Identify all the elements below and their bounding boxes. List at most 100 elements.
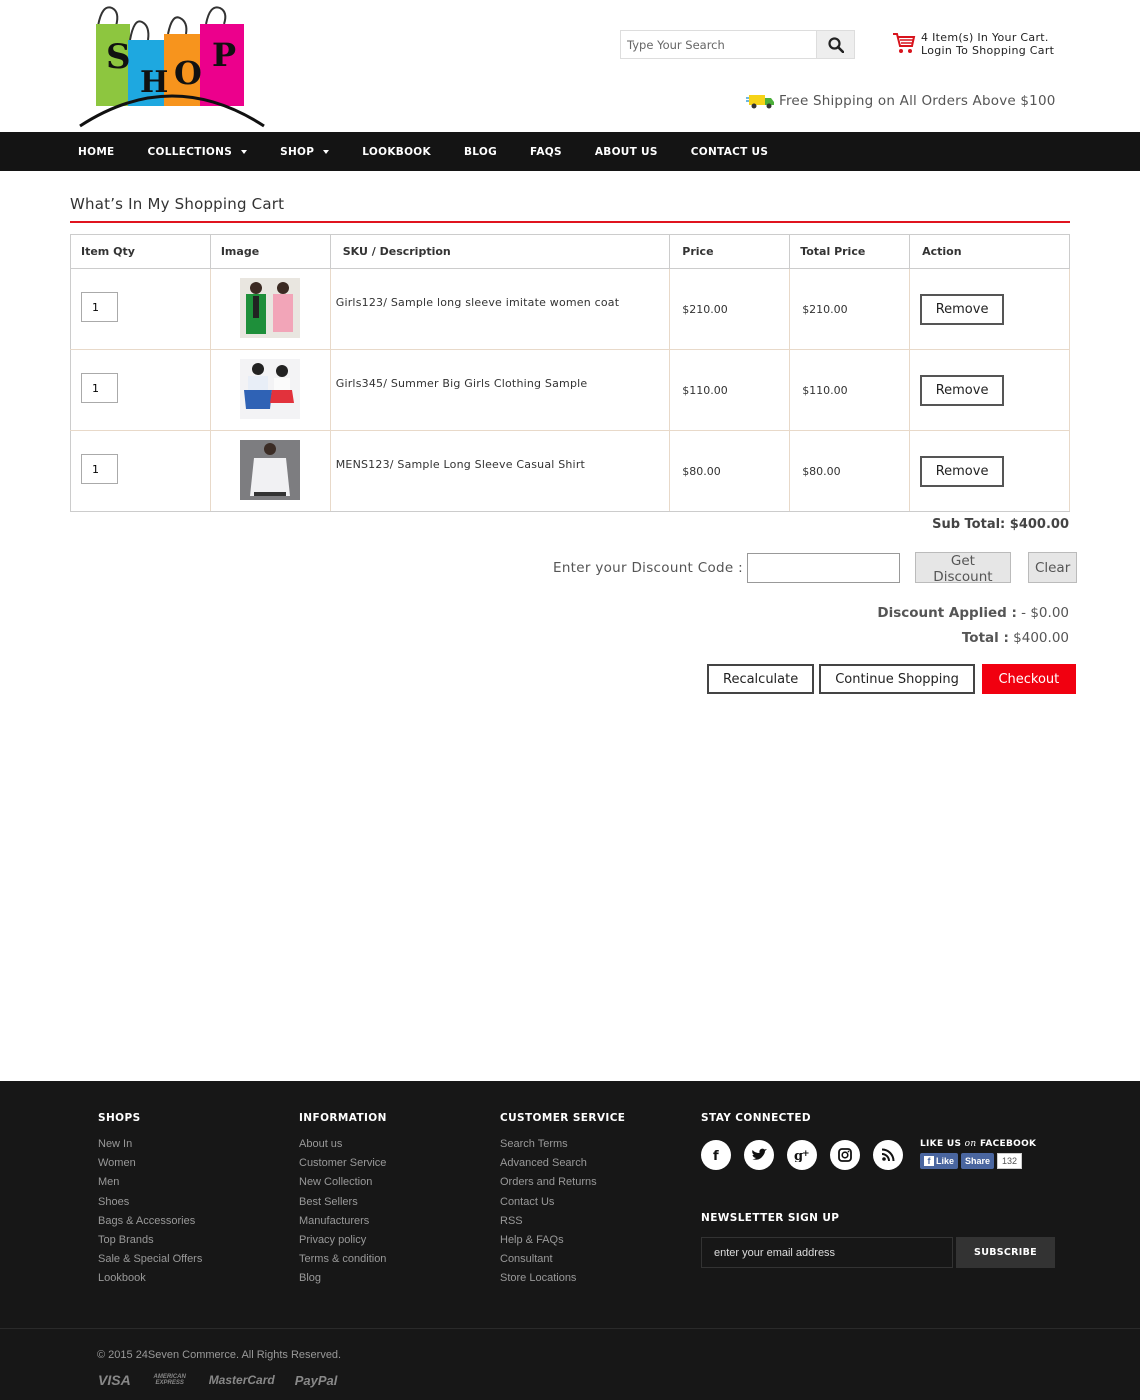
twitter-icon[interactable] — [744, 1140, 774, 1170]
subtotal: Sub Total: $400.00 — [932, 517, 1069, 532]
nav-blog[interactable]: BLOG — [464, 146, 497, 158]
nav-contact-us[interactable]: CONTACT US — [691, 146, 769, 158]
footer-stay-connected: STAY CONNECTED — [701, 1112, 811, 1138]
fb-like-button[interactable]: f Like — [920, 1153, 959, 1169]
page-title: What’s In My Shopping Cart — [70, 195, 285, 213]
discount-code-input[interactable] — [746, 552, 900, 583]
footer-customer-service: CUSTOMER SERVICE Search Terms Advanced S… — [500, 1112, 625, 1292]
footer-link[interactable]: Terms & condition — [299, 1253, 387, 1272]
remove-button[interactable]: Remove — [920, 455, 1005, 487]
nav-home[interactable]: HOME — [78, 146, 115, 158]
product-image[interactable] — [240, 358, 301, 419]
footer-link[interactable]: Men — [98, 1176, 202, 1195]
facebook-logo-icon: f — [924, 1156, 934, 1166]
footer-link[interactable]: RSS — [500, 1215, 625, 1234]
footer-link[interactable]: Lookbook — [98, 1272, 202, 1291]
footer-link[interactable]: Customer Service — [299, 1157, 387, 1176]
footer-link[interactable]: Women — [98, 1157, 202, 1176]
nav-label[interactable]: BLOG — [464, 146, 497, 158]
get-discount-button[interactable]: Get Discount — [914, 552, 1011, 585]
footer-link[interactable]: Help & FAQs — [500, 1234, 625, 1253]
fb-like-label: Like — [936, 1156, 955, 1166]
footer-link[interactable]: Bags & Accessories — [98, 1215, 202, 1234]
footer-link[interactable]: Advanced Search — [500, 1157, 625, 1176]
recalculate-button[interactable]: Recalculate — [707, 664, 815, 694]
newsletter-email-input[interactable] — [701, 1237, 953, 1268]
nav-faqs[interactable]: FAQS — [530, 146, 562, 158]
footer-link[interactable]: Shoes — [98, 1196, 202, 1215]
mastercard-logo: MasterCard — [208, 1373, 275, 1387]
nav-about-us[interactable]: ABOUT US — [595, 146, 658, 158]
footer-link[interactable]: Manufacturers — [299, 1215, 387, 1234]
footer-link[interactable]: About us — [299, 1138, 387, 1157]
login-link[interactable]: Login To Shopping Cart — [921, 44, 1054, 57]
nav-lookbook[interactable]: LOOKBOOK — [362, 146, 431, 158]
subtotal-value: $400.00 — [1009, 517, 1069, 532]
clear-button[interactable]: Clear — [1027, 552, 1077, 583]
shop-logo[interactable]: S H O P — [76, 4, 268, 130]
remove-button[interactable]: Remove — [920, 374, 1005, 406]
facebook-like-box: LIKE US on FACEBOOK f Like Share 132 — [920, 1139, 1036, 1169]
footer-heading: CUSTOMER SERVICE — [500, 1112, 626, 1124]
footer-link[interactable]: Search Terms — [500, 1138, 625, 1157]
facebook-icon[interactable]: f — [701, 1140, 731, 1170]
mini-cart[interactable]: 4 Item(s) In Your Cart. Login To Shoppin… — [892, 31, 1054, 57]
google-plus-icon[interactable]: g + — [787, 1140, 817, 1170]
footer-link[interactable]: Privacy policy — [299, 1234, 387, 1253]
nav-label[interactable]: FAQS — [530, 146, 562, 158]
footer-link[interactable]: Orders and Returns — [500, 1176, 625, 1195]
nav-shop[interactable]: SHOP — [280, 146, 330, 158]
fb-share-button[interactable]: Share — [961, 1153, 995, 1169]
table-row: Girls345/ Summer Big Girls Clothing Samp… — [70, 349, 1070, 431]
free-shipping-text: Free Shipping on All Orders Above $100 — [779, 93, 1056, 109]
remove-button[interactable]: Remove — [920, 293, 1005, 325]
cart-count-text[interactable]: 4 Item(s) In Your Cart. — [921, 31, 1054, 44]
item-description: MENS123/ Sample Long Sleeve Casual Shirt — [329, 430, 671, 512]
nav-label[interactable]: CONTACT US — [691, 146, 769, 158]
footer-link[interactable]: Blog — [299, 1272, 387, 1291]
column-header: Item Qty — [70, 234, 211, 269]
facebook-like-heading: LIKE US on FACEBOOK — [920, 1139, 1036, 1149]
footer-link[interactable]: Sale & Special Offers — [98, 1253, 202, 1272]
footer-link[interactable]: Consultant — [500, 1253, 625, 1272]
svg-text:O: O — [174, 54, 202, 92]
cart-total: Total : $400.00 — [962, 630, 1069, 646]
subtotal-label: Sub Total: — [932, 517, 1006, 532]
nav-label[interactable]: SHOP — [280, 146, 314, 158]
nav-label[interactable]: HOME — [78, 146, 115, 158]
product-image[interactable] — [240, 439, 301, 500]
quantity-input[interactable] — [81, 454, 118, 484]
quantity-input[interactable] — [81, 373, 118, 403]
footer-link[interactable]: New In — [98, 1138, 202, 1157]
quantity-input[interactable] — [81, 292, 118, 322]
nav-label[interactable]: ABOUT US — [595, 146, 658, 158]
checkout-button[interactable]: Checkout — [981, 664, 1076, 694]
amex-logo: AMERICAN EXPRESS — [153, 1374, 186, 1386]
column-header: SKU / Description — [329, 234, 671, 269]
rss-icon[interactable] — [873, 1140, 903, 1170]
search-button[interactable] — [816, 30, 855, 59]
footer-link[interactable]: Store Locations — [500, 1272, 625, 1291]
nav-label[interactable]: COLLECTIONS — [148, 146, 233, 158]
site-footer: SHOPS New In Women Men Shoes Bags & Acce… — [0, 1081, 1140, 1400]
footer-link[interactable]: New Collection — [299, 1176, 387, 1195]
cart-actions: Recalculate Continue Shopping Checkout — [707, 664, 1076, 694]
newsletter-heading: NEWSLETTER SIGN UP — [701, 1212, 840, 1224]
like-on-text: on — [964, 1139, 977, 1149]
product-image[interactable] — [240, 277, 301, 338]
nav-label[interactable]: LOOKBOOK — [362, 146, 431, 158]
nav-collections[interactable]: COLLECTIONS — [148, 146, 248, 158]
site-header: S H O P 4 Item(s) In Your Cart. Login To… — [0, 0, 1140, 132]
footer-link[interactable]: Best Sellers — [299, 1196, 387, 1215]
search-input[interactable] — [620, 30, 816, 59]
continue-shopping-button[interactable]: Continue Shopping — [819, 664, 975, 694]
title-divider — [70, 221, 1070, 223]
svg-text:f: f — [713, 1149, 719, 1162]
footer-link[interactable]: Contact Us — [500, 1196, 625, 1215]
instagram-icon[interactable] — [830, 1140, 860, 1170]
shopping-cart-icon — [893, 33, 916, 53]
caret-down-icon — [323, 149, 330, 154]
search-bar — [620, 30, 855, 59]
subscribe-button[interactable]: SUBSCRIBE — [956, 1237, 1055, 1268]
footer-link[interactable]: Top Brands — [98, 1234, 202, 1253]
